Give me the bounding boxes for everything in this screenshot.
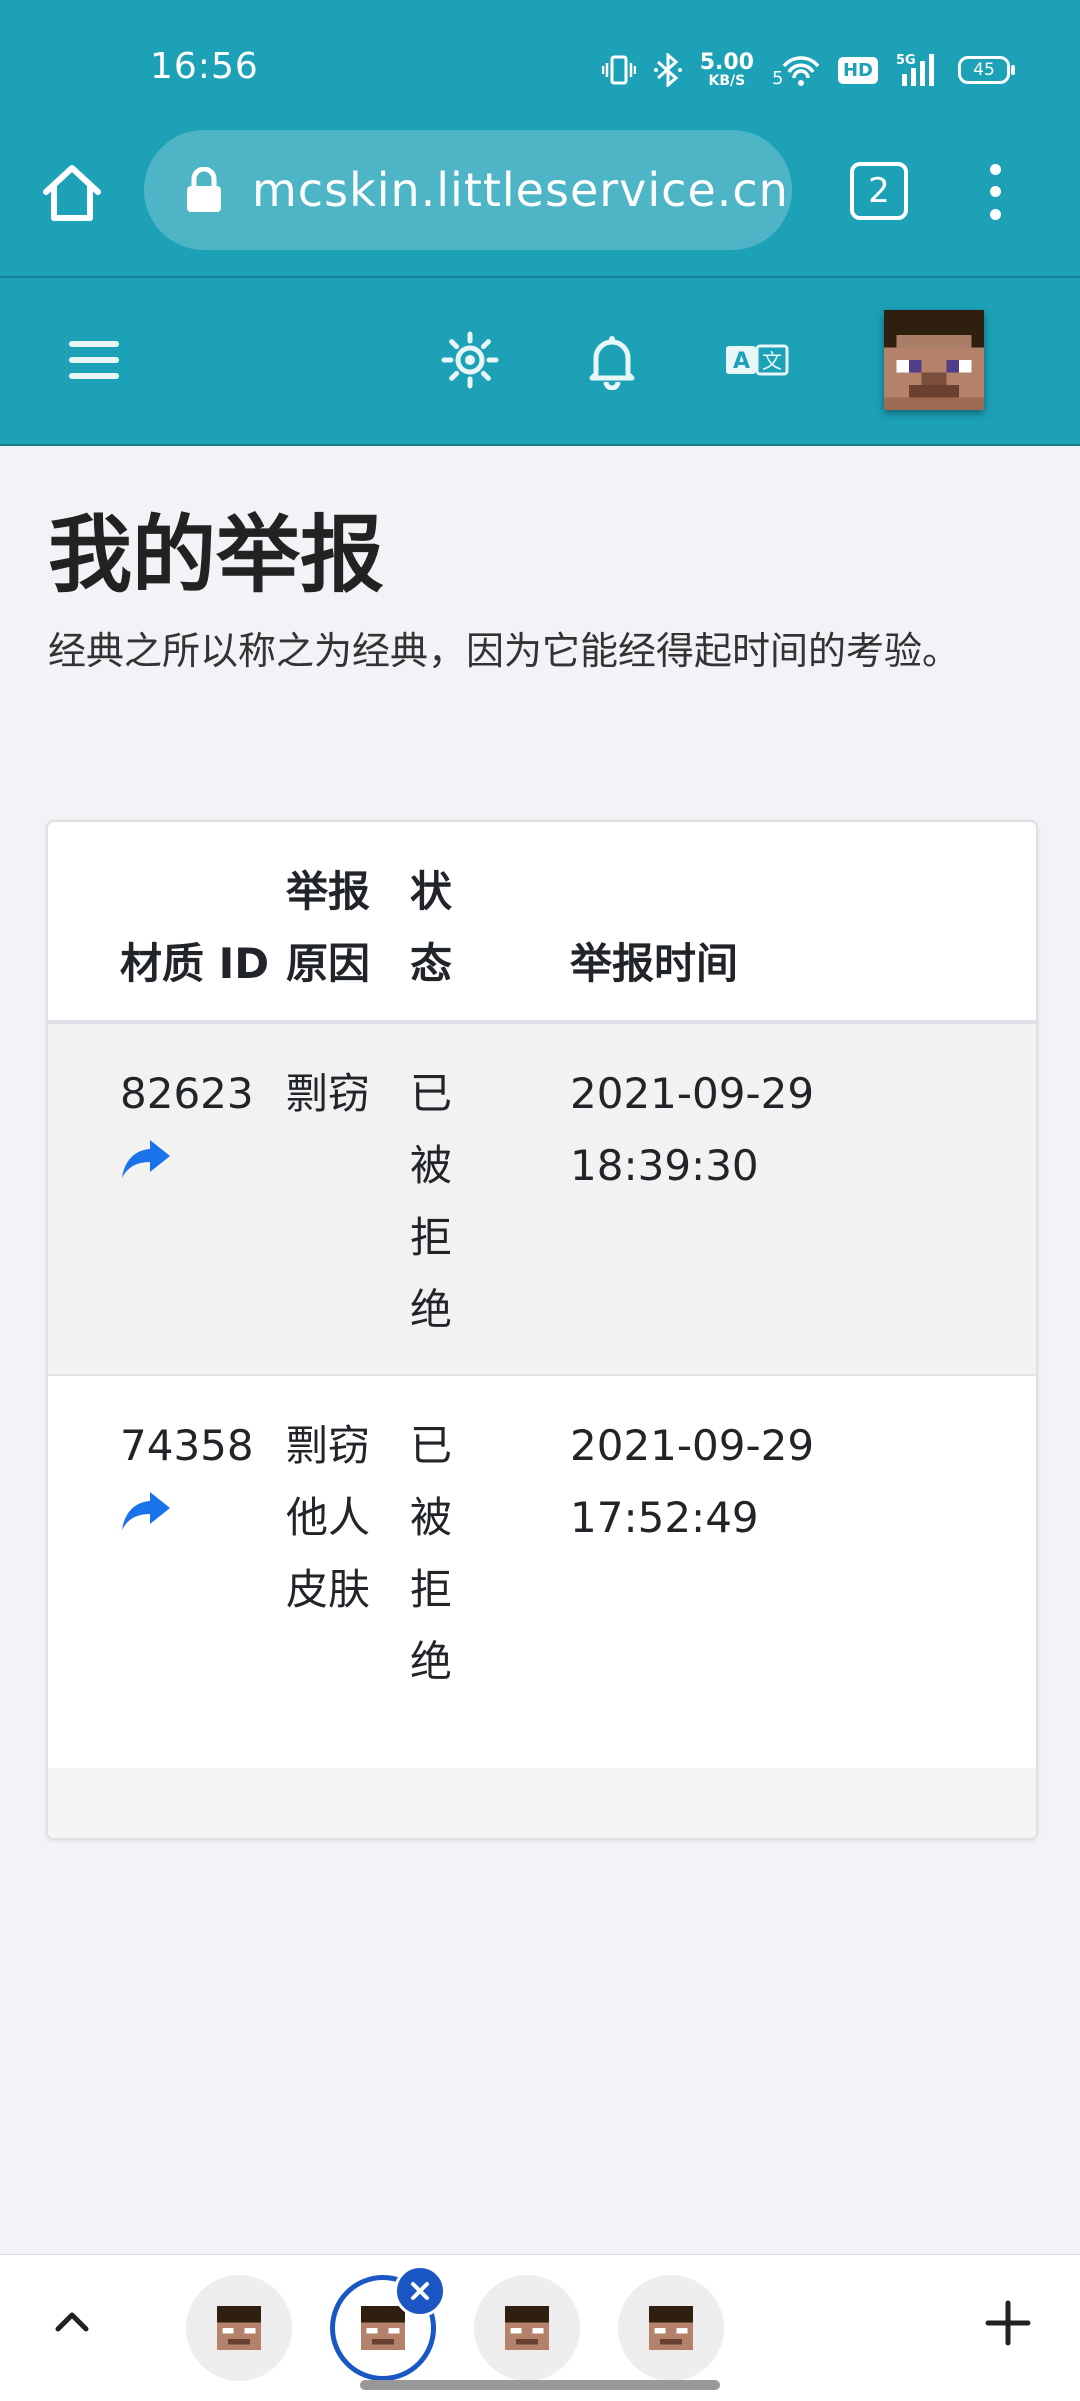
material-id: 82623	[120, 1069, 254, 1118]
page-title: 我的举报	[48, 506, 385, 604]
vibrate-icon	[601, 55, 636, 85]
home-icon[interactable]	[38, 158, 106, 226]
tab-favicon-icon	[217, 2306, 261, 2350]
header-reason: 举报 原因	[286, 867, 371, 988]
tab-favicon-icon	[649, 2306, 693, 2350]
app-navbar: A 文	[0, 278, 1080, 446]
material-id: 74358	[120, 1421, 254, 1470]
tab-favicon-icon	[361, 2306, 405, 2350]
svg-text:5: 5	[772, 68, 783, 86]
svg-text:A: A	[733, 349, 750, 374]
share-arrow-icon[interactable]	[120, 1136, 172, 1180]
close-tab-icon[interactable]	[394, 2265, 446, 2317]
tab-switcher-button[interactable]: 2	[850, 162, 908, 220]
page-subtitle: 经典之所以称之为经典，因为它能经得起时间的考验。	[48, 629, 961, 673]
report-time-cell: 2021-09-29 18:39:30	[570, 1069, 815, 1190]
chevron-up-icon[interactable]	[50, 2299, 94, 2343]
new-tab-plus-icon[interactable]	[980, 2295, 1036, 2351]
battery-icon: 45	[958, 56, 1015, 84]
hd-badge: HD	[837, 56, 878, 84]
material-id-cell: 74358	[48, 1375, 286, 1726]
translate-icon[interactable]: A 文	[724, 330, 790, 390]
svg-text:文: 文	[762, 349, 782, 373]
header-report-time: 举报时间	[570, 939, 739, 988]
reports-card: 材质 ID 举报 原因 状 态 举报时间 82623 剽窃 已 被 拒 绝 20…	[46, 820, 1038, 1840]
avatar[interactable]	[884, 310, 984, 410]
svg-text:5G: 5G	[896, 53, 916, 68]
wifi-icon: 5	[772, 56, 820, 86]
menu-icon[interactable]	[64, 330, 124, 390]
url-text: mcskin.littleservice.cn/	[252, 163, 792, 217]
status-icons: 5.00 KB/S 5 HD 5G 45	[601, 50, 1015, 90]
tab-strip	[0, 2254, 1080, 2401]
table-row: 82623 剽窃 已 被 拒 绝 2021-09-29 18:39:30	[48, 1022, 1036, 1375]
gesture-home-indicator[interactable]	[360, 2380, 720, 2390]
bluetooth-icon	[653, 53, 682, 87]
header-material-id: 材质 ID	[120, 939, 270, 988]
reason-cell: 剽窃	[286, 1069, 371, 1118]
browser-menu-icon[interactable]	[970, 158, 1020, 226]
theme-sun-icon[interactable]	[440, 330, 500, 390]
lock-icon	[187, 167, 221, 212]
signal-icon: 5G	[896, 53, 934, 86]
tab-thumbnail[interactable]	[186, 2275, 292, 2381]
browser-toolbar: mcskin.littleservice.cn/ 2	[0, 130, 1080, 276]
reports-table: 材质 ID 举报 原因 状 态 举报时间 82623 剽窃 已 被 拒 绝 20…	[48, 822, 1036, 1726]
status-cell: 已 被 拒 绝	[410, 1069, 453, 1334]
bell-icon[interactable]	[582, 330, 642, 390]
status-bar: 16:56 5.00 KB/S 5 HD 5G 45	[0, 0, 1080, 130]
card-footer	[48, 1768, 1036, 1838]
table-header-row: 材质 ID 举报 原因 状 态 举报时间	[48, 822, 1036, 1022]
net-speed: 5.00 KB/S	[699, 50, 754, 89]
table-row: 74358 剽窃 他人 皮肤 已 被 拒 绝 2021-09-29 17:52:…	[48, 1375, 1036, 1726]
header-status: 状 态	[410, 867, 453, 988]
tab-thumbnail[interactable]	[474, 2275, 580, 2381]
status-time: 16:56	[150, 46, 259, 87]
status-cell: 已 被 拒 绝	[410, 1421, 453, 1686]
address-bar[interactable]: mcskin.littleservice.cn/	[144, 130, 792, 250]
material-id-cell: 82623	[48, 1022, 286, 1375]
tab-favicon-icon	[505, 2306, 549, 2350]
reason-cell: 剽窃 他人 皮肤	[286, 1421, 371, 1614]
tab-thumbnail[interactable]	[618, 2275, 724, 2381]
share-arrow-icon[interactable]	[120, 1488, 172, 1532]
report-time-cell: 2021-09-29 17:52:49	[570, 1421, 815, 1542]
